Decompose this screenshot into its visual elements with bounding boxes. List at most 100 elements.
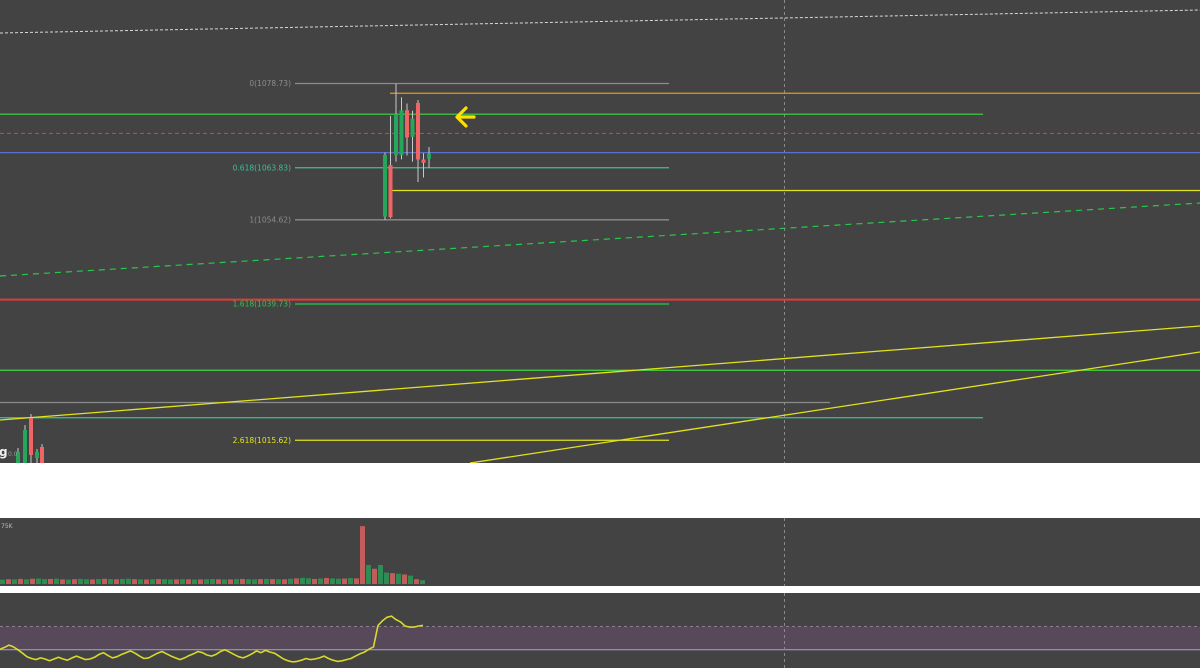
volume-bar[interactable] — [96, 579, 101, 584]
volume-bar[interactable] — [168, 579, 173, 584]
oscillator-chart[interactable] — [0, 593, 1200, 668]
volume-bar[interactable] — [228, 579, 233, 584]
fib-level-label: 1(1054.62) — [249, 215, 291, 224]
volume-bar[interactable] — [264, 578, 269, 584]
volume-bar[interactable] — [132, 579, 137, 584]
volume-bar[interactable] — [270, 579, 275, 584]
volume-bar[interactable] — [60, 579, 65, 584]
volume-bar[interactable] — [420, 580, 425, 584]
oscillator-band — [0, 626, 1200, 650]
volume-bar[interactable] — [324, 577, 329, 584]
volume-bar[interactable] — [384, 572, 389, 584]
volume-bar[interactable] — [18, 578, 23, 584]
volume-bar[interactable] — [246, 579, 251, 584]
trend-line-yellow[interactable] — [469, 351, 1200, 463]
volume-bar[interactable] — [408, 575, 413, 584]
volume-bar[interactable] — [366, 564, 371, 584]
volume-bar[interactable] — [192, 579, 197, 584]
volume-bar[interactable] — [90, 579, 95, 584]
volume-bar[interactable] — [126, 578, 131, 584]
volume-bar[interactable] — [300, 577, 305, 584]
candle-body[interactable] — [23, 430, 27, 463]
candle-body[interactable] — [29, 418, 33, 455]
volume-bar[interactable] — [198, 579, 203, 584]
volume-bar[interactable] — [396, 573, 401, 584]
volume-bar[interactable] — [6, 579, 11, 584]
volume-bar[interactable] — [258, 579, 263, 584]
candle-body[interactable] — [40, 447, 44, 463]
candle-body[interactable] — [427, 153, 431, 159]
volume-bar[interactable] — [336, 578, 341, 584]
volume-bar[interactable] — [150, 579, 155, 584]
candle-body[interactable] — [416, 102, 420, 160]
candle-body[interactable] — [394, 114, 398, 155]
volume-bar[interactable] — [120, 578, 125, 584]
volume-bar[interactable] — [360, 526, 365, 584]
volume-bar[interactable] — [318, 578, 323, 584]
volume-bar[interactable] — [30, 578, 35, 584]
volume-bar[interactable] — [114, 579, 119, 584]
volume-bar[interactable] — [348, 578, 353, 584]
volume-bar[interactable] — [66, 579, 71, 584]
candle-body[interactable] — [410, 118, 415, 137]
volume-bar[interactable] — [54, 578, 59, 584]
volume-bar[interactable] — [306, 578, 311, 584]
volume-chart[interactable]: 75K — [0, 518, 1200, 586]
volume-bar[interactable] — [372, 568, 377, 584]
trend-line-yellow[interactable] — [0, 325, 1200, 421]
volume-bar[interactable] — [312, 578, 317, 584]
volume-bar[interactable] — [216, 579, 221, 584]
volume-bar[interactable] — [378, 564, 383, 584]
volume-bar[interactable] — [234, 579, 239, 584]
volume-bar[interactable] — [174, 579, 179, 584]
price-chart[interactable]: 0(1078.73) 0.618(1063.83) 1(1054.62) 1.618(… — [0, 0, 1200, 463]
volume-bar[interactable] — [288, 578, 293, 584]
candle-body[interactable] — [388, 165, 393, 218]
volume-bar[interactable] — [294, 578, 299, 584]
volume-bar[interactable] — [414, 579, 419, 584]
volume-bar[interactable] — [12, 579, 17, 584]
volume-bar[interactable] — [330, 578, 335, 584]
volume-bar[interactable] — [204, 579, 209, 584]
left-arrow-icon[interactable] — [455, 106, 476, 128]
volume-scale-label: 75K — [1, 523, 14, 530]
volume-bar[interactable] — [276, 579, 281, 584]
candle-body[interactable] — [383, 154, 387, 217]
oscillator-pane[interactable] — [0, 593, 1200, 668]
trend-line-white-dotted[interactable] — [0, 9, 1200, 34]
price-chart-pane[interactable]: 0(1078.73) 0.618(1063.83) 1(1054.62) 1.618(… — [0, 0, 1200, 463]
trend-line-green-dashed[interactable] — [0, 202, 1200, 277]
volume-bar[interactable] — [144, 579, 149, 584]
volume-pane[interactable]: 75K — [0, 518, 1200, 586]
volume-bar[interactable] — [252, 579, 257, 584]
volume-bar[interactable] — [342, 578, 347, 584]
volume-bar[interactable] — [36, 578, 41, 584]
volume-bar[interactable] — [0, 579, 5, 584]
volume-bar[interactable] — [24, 579, 29, 584]
volume-bar[interactable] — [138, 579, 143, 584]
volume-bar[interactable] — [108, 579, 113, 584]
volume-bar[interactable] — [402, 574, 407, 584]
fib-level-label: 0.618(1063.83) — [233, 163, 291, 172]
candle-body[interactable] — [35, 452, 39, 458]
candle-body[interactable] — [399, 110, 404, 155]
volume-bar[interactable] — [162, 579, 167, 584]
volume-bar[interactable] — [72, 579, 77, 584]
volume-bar[interactable] — [48, 578, 53, 584]
volume-bar[interactable] — [390, 573, 395, 584]
volume-bar[interactable] — [222, 579, 227, 584]
volume-bar[interactable] — [102, 578, 107, 584]
volume-bar[interactable] — [240, 578, 245, 584]
volume-bar[interactable] — [186, 579, 191, 584]
volume-bar[interactable] — [78, 578, 83, 584]
volume-bar[interactable] — [180, 579, 185, 584]
volume-bar[interactable] — [354, 578, 359, 584]
candle-body[interactable] — [405, 110, 409, 138]
volume-bar[interactable] — [282, 579, 287, 584]
volume-bar[interactable] — [42, 579, 47, 584]
volume-bar[interactable] — [84, 579, 89, 584]
candle-body[interactable] — [421, 159, 426, 163]
volume-bar[interactable] — [156, 579, 161, 584]
fib-level-label: 1.618(1039.73) — [233, 300, 291, 309]
volume-bar[interactable] — [210, 579, 215, 584]
